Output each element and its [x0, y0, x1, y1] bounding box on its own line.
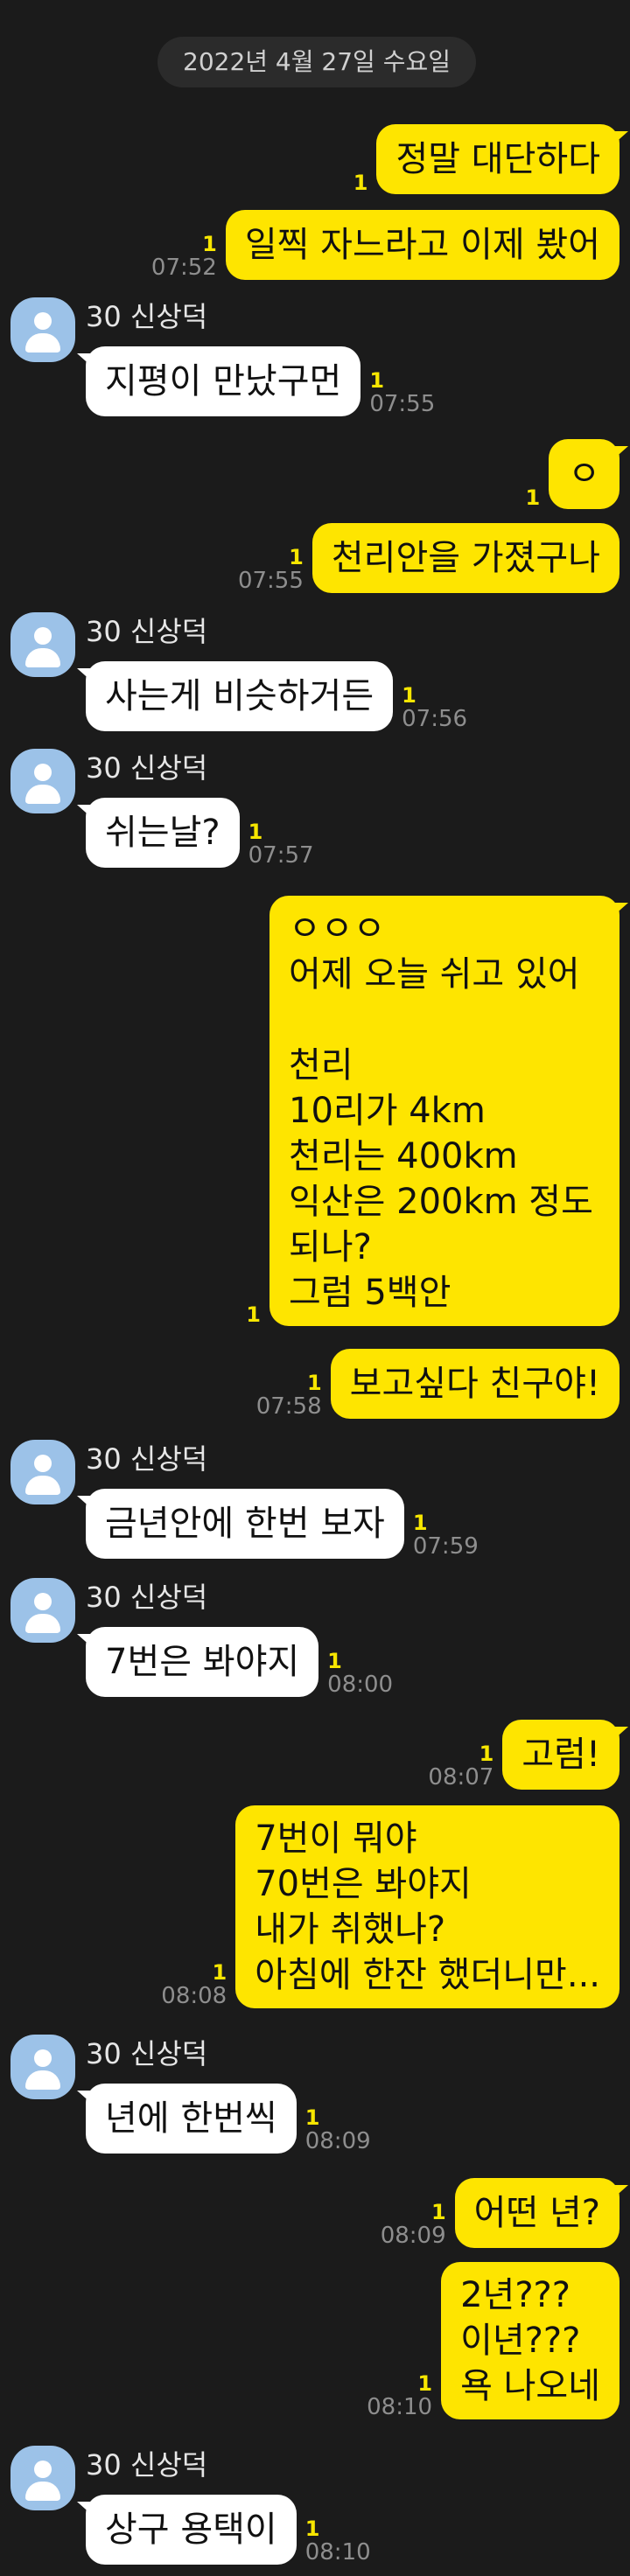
message-row-sent: 1 08:09 어떤 년?: [380, 2178, 629, 2249]
message-row-sent: 1 정말 대단하다: [353, 124, 628, 195]
message-bubble[interactable]: 쉬는날?: [77, 798, 240, 868]
message-row-received: 사는게 비슷하거든 1 07:56: [76, 661, 468, 732]
message-row-received: 7번은 봐야지 1 08:00: [76, 1627, 394, 1698]
sender-name: 30 신상덕: [86, 615, 208, 648]
message-time: 08:10: [304, 2539, 371, 2566]
message-bubble[interactable]: 일찍 자느라고 이제 봤어: [225, 210, 620, 280]
unread-count: 1: [246, 1302, 261, 1327]
avatar[interactable]: [10, 297, 75, 362]
unread-count: 1: [369, 368, 385, 393]
message-row-received: 년에 한번씩 1 08:09: [77, 2084, 371, 2154]
message-bubble[interactable]: 2년??? 이년??? 욕 나오네: [441, 2262, 620, 2419]
message-time: 07:59: [412, 1533, 479, 1560]
message-row-sent: 1 07:55 천리안을 가졌구나: [238, 523, 620, 593]
unread-count: 1: [304, 2105, 320, 2130]
unread-count: 1: [202, 232, 217, 256]
message-time: 08:08: [161, 1983, 228, 2009]
avatar[interactable]: [10, 1578, 75, 1643]
message-time: 08:09: [304, 2128, 371, 2154]
sender-name: 30 신상덕: [86, 751, 208, 785]
unread-count: 1: [289, 545, 304, 569]
message-bubble[interactable]: 금년안에 한번 보자: [77, 1489, 404, 1559]
message-row-sent: 1 08:08 7번이 뭐야 70번은 봐야지 내가 취했나? 아침에 한잔 했더…: [161, 1805, 620, 2008]
avatar[interactable]: [10, 2446, 75, 2510]
message-row-sent: 1 07:52 일찍 자느라고 이제 봤어: [151, 210, 620, 280]
sender-name: 30 신상덕: [86, 300, 208, 333]
sender-name: 30 신상덕: [86, 1581, 208, 1614]
message-bubble[interactable]: 상구 용택이: [77, 2495, 297, 2565]
message-row-sent: 1 ㅇㅇㅇ 어제 오늘 쉬고 있어 천리 10리가 4km 천리는 400km …: [246, 896, 628, 1327]
unread-count: 1: [402, 683, 416, 708]
message-row-sent: 1 07:58 보고싶다 친구야!: [256, 1349, 620, 1419]
message-row-received: 금년안에 한번 보자 1 07:59: [77, 1489, 479, 1560]
message-bubble[interactable]: 정말 대단하다: [376, 124, 628, 194]
unread-count: 1: [248, 820, 263, 844]
avatar[interactable]: [10, 1440, 75, 1504]
message-bubble[interactable]: 지평이 만났구먼: [76, 346, 361, 416]
unread-count: 1: [353, 171, 368, 195]
unread-count: 1: [304, 2517, 320, 2541]
message-time: 08:09: [380, 2223, 446, 2249]
unread-count: 1: [412, 1511, 428, 1535]
message-row-sent: 1 ㅇ: [525, 439, 628, 510]
message-time: 08:00: [327, 1672, 394, 1698]
message-time: 07:52: [150, 255, 217, 281]
message-bubble[interactable]: ㅇ: [549, 439, 628, 509]
unread-count: 1: [525, 485, 541, 510]
date-divider: 2022년 4월 27일 수요일: [158, 37, 476, 87]
message-time: 08:07: [428, 1764, 494, 1791]
avatar[interactable]: [10, 2035, 75, 2099]
unread-count: 1: [479, 1742, 494, 1766]
message-bubble[interactable]: 7번은 봐야지: [76, 1627, 319, 1697]
unread-count: 1: [212, 1960, 228, 1985]
sender-name: 30 신상덕: [86, 2037, 208, 2070]
unread-count: 1: [417, 2371, 433, 2396]
message-time: 07:55: [369, 391, 436, 417]
message-row-received: 상구 용택이 1 08:10: [77, 2495, 371, 2566]
message-bubble[interactable]: 년에 한번씩: [77, 2084, 297, 2154]
message-time: 08:10: [367, 2394, 433, 2420]
message-bubble[interactable]: ㅇㅇㅇ 어제 오늘 쉬고 있어 천리 10리가 4km 천리는 400km 익산…: [270, 896, 628, 1326]
message-row-received: 쉬는날? 1 07:57: [77, 798, 314, 869]
message-time: 07:56: [402, 706, 468, 732]
message-time: 07:55: [237, 568, 304, 594]
message-time: 07:58: [256, 1393, 322, 1420]
unread-count: 1: [430, 2200, 446, 2224]
unread-count: 1: [306, 1371, 322, 1395]
message-bubble[interactable]: 7번이 뭐야 70번은 봐야지 내가 취했나? 아침에 한잔 했더니만...: [235, 1805, 620, 2008]
message-bubble[interactable]: 어떤 년?: [454, 2178, 629, 2248]
sender-name: 30 신상덕: [86, 2448, 208, 2482]
message-row-received: 지평이 만났구먼 1 07:55: [76, 346, 436, 417]
unread-count: 1: [327, 1649, 342, 1673]
message-time: 07:57: [248, 842, 314, 869]
avatar[interactable]: [10, 612, 75, 677]
avatar[interactable]: [10, 749, 75, 813]
message-bubble[interactable]: 사는게 비슷하거든: [76, 661, 394, 731]
message-bubble[interactable]: 천리안을 가졌구나: [312, 523, 620, 593]
message-row-sent: 1 08:10 2년??? 이년??? 욕 나오네: [367, 2262, 620, 2419]
message-bubble[interactable]: 고럼!: [502, 1720, 628, 1790]
message-row-sent: 1 08:07 고럼!: [428, 1720, 628, 1791]
sender-name: 30 신상덕: [86, 1442, 208, 1476]
message-bubble[interactable]: 보고싶다 친구야!: [330, 1349, 620, 1419]
